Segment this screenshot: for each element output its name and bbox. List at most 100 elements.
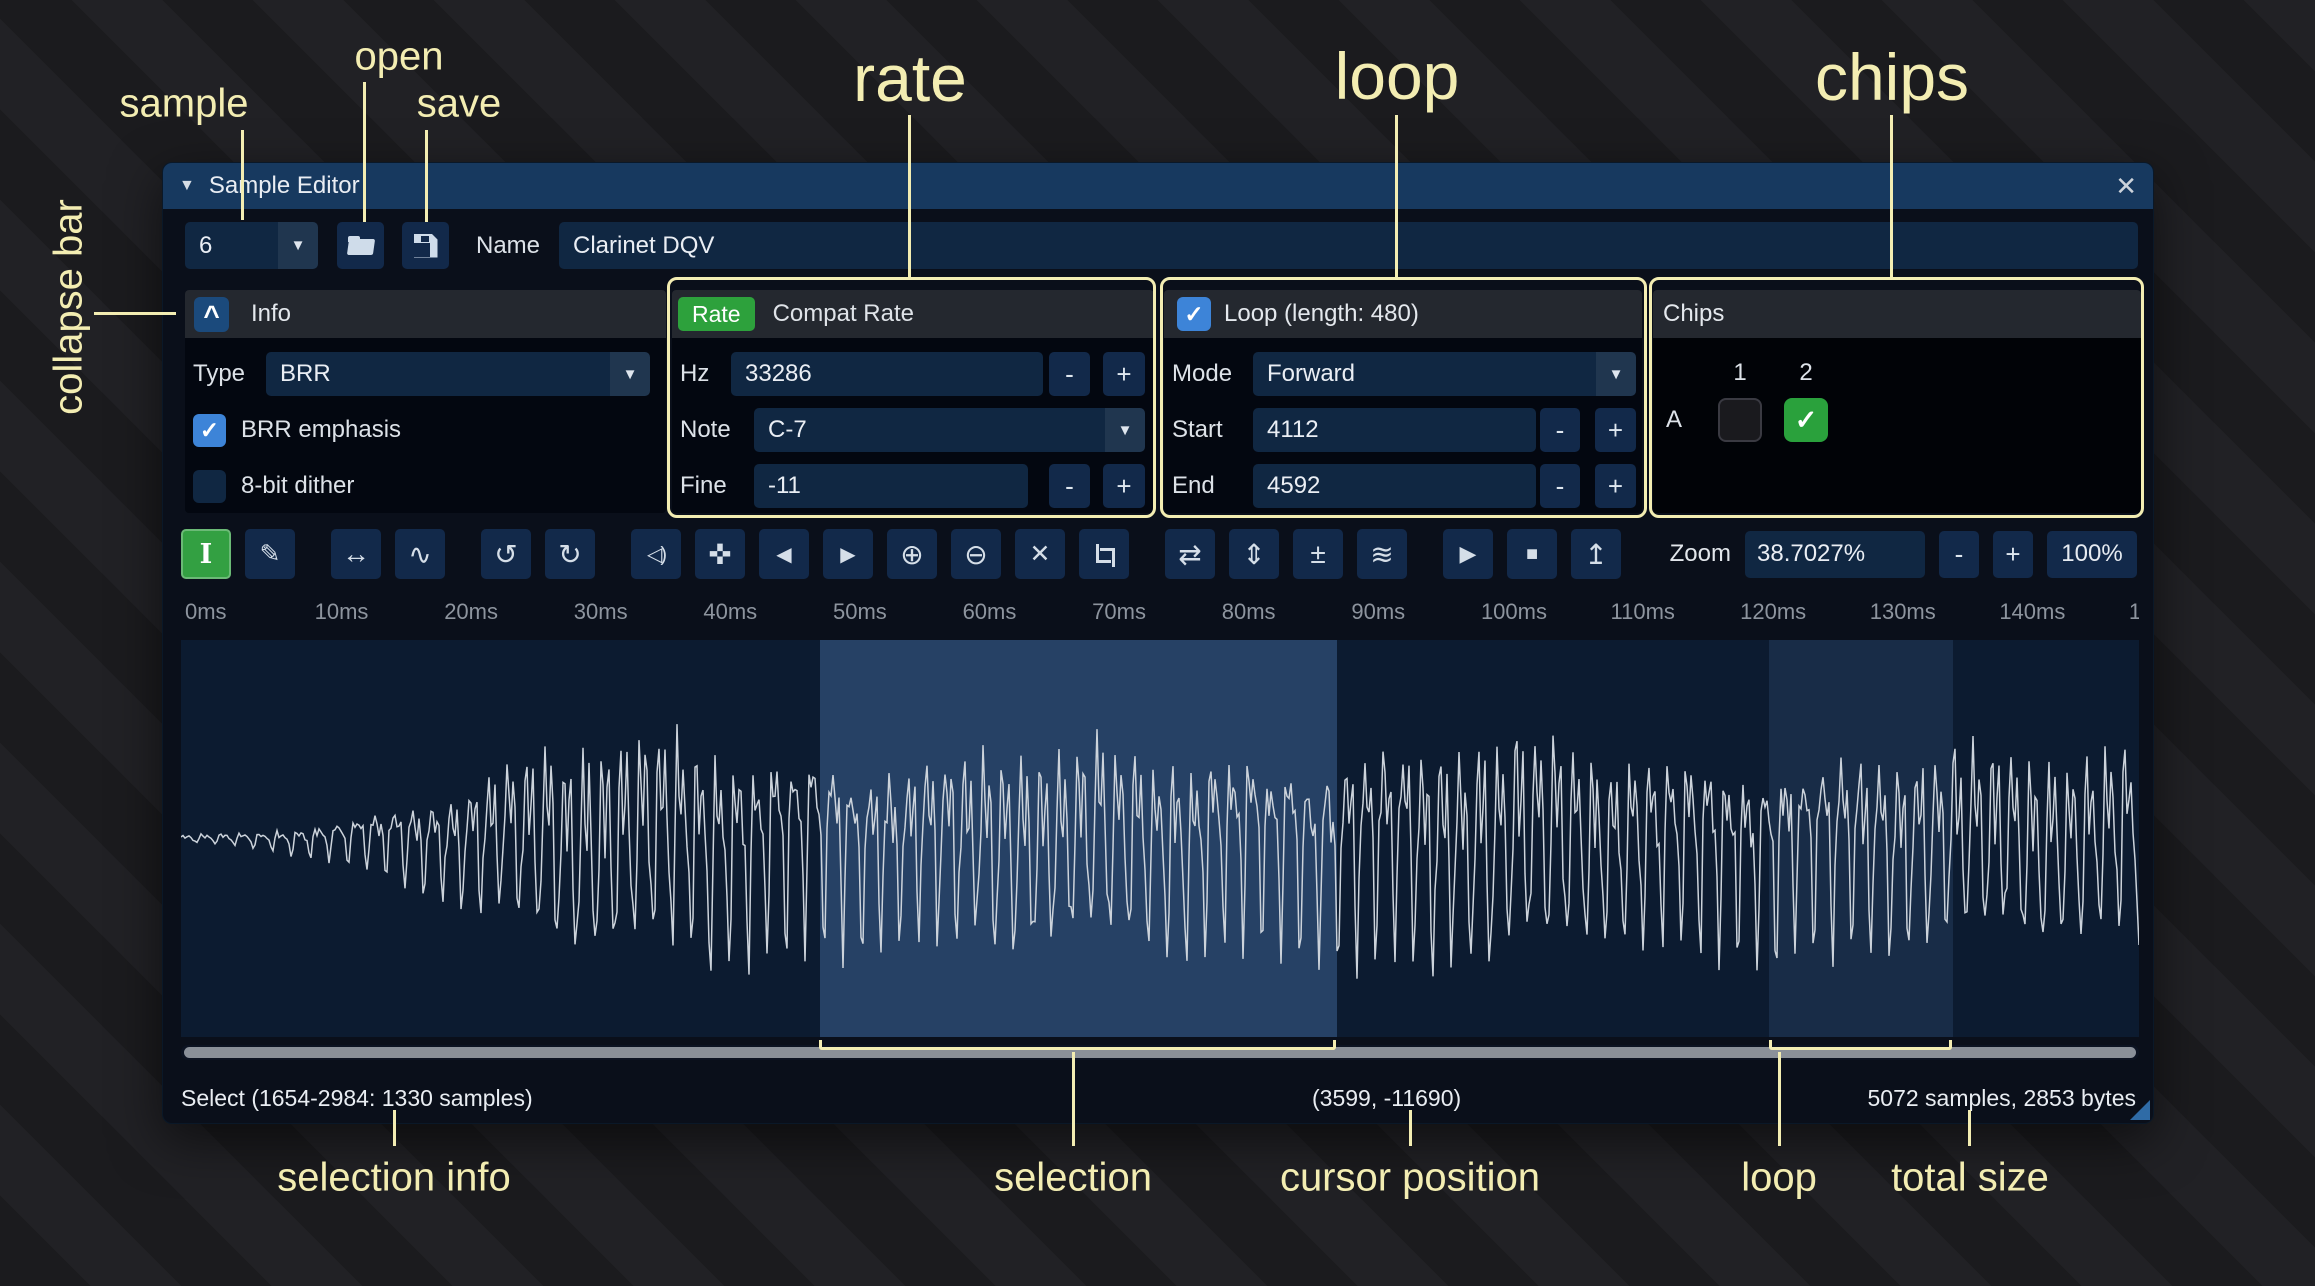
edit-select-button[interactable]: I bbox=[181, 529, 231, 579]
crop-icon bbox=[1092, 542, 1116, 566]
annotation-save-label: save bbox=[417, 82, 502, 127]
chip-2-checkbox[interactable]: ✓ bbox=[1784, 398, 1828, 442]
waveform-view[interactable] bbox=[181, 640, 2139, 1037]
check-icon: ✓ bbox=[1795, 405, 1818, 436]
chevron-down-icon[interactable]: ▼ bbox=[610, 352, 650, 396]
sample-editor-window: ▼ Sample Editor ✕ 6 ▼ Name Clarinet DQV … bbox=[162, 162, 2154, 1124]
apply-silence-button[interactable]: ⊖ bbox=[951, 529, 1001, 579]
open-button[interactable] bbox=[337, 222, 384, 269]
loop-mode-dropdown[interactable]: Forward ▼ bbox=[1253, 352, 1636, 396]
time-ruler: 0ms 10ms 20ms 30ms 40ms 50ms 60ms 70ms 8… bbox=[181, 599, 2139, 627]
loop-end-minus-button[interactable]: - bbox=[1540, 464, 1580, 508]
resample-button[interactable]: ∿ bbox=[395, 529, 445, 579]
loop-end-plus-button[interactable]: + bbox=[1595, 464, 1636, 508]
sample-number: 6 bbox=[185, 232, 278, 260]
info-panel: ^ Info Type BRR ▼ ✓ BRR emphasis 8-bit d… bbox=[185, 290, 666, 513]
zoom-value-input[interactable]: 38.7027% bbox=[1745, 531, 1925, 578]
ruler-tick-label: 40ms bbox=[699, 599, 829, 627]
amplify-button[interactable]: ◁) bbox=[631, 529, 681, 579]
fine-plus-button[interactable]: + bbox=[1103, 464, 1145, 508]
loop-panel-header: ✓ Loop (length: 480) bbox=[1164, 290, 1642, 338]
insert-silence-button[interactable]: ⊕ bbox=[887, 529, 937, 579]
zoom-reset-button[interactable]: 100% bbox=[2047, 531, 2137, 578]
collapse-bar-button[interactable]: ^ bbox=[194, 297, 229, 332]
loop-enable-checkbox[interactable]: ✓ bbox=[1177, 297, 1211, 331]
zoom-out-button[interactable]: - bbox=[1939, 531, 1979, 578]
zoom-value: 38.7027% bbox=[1757, 540, 1865, 568]
close-icon[interactable]: ✕ bbox=[2115, 171, 2137, 202]
annotation-loop-label: loop bbox=[1335, 38, 1460, 114]
pencil-icon: ✎ bbox=[260, 539, 281, 569]
rate-panel: Rate Compat Rate Hz 33286 - + Note C-7 ▼… bbox=[672, 290, 1154, 513]
annotation-selection-label: selection bbox=[994, 1156, 1152, 1201]
create-instrument-button[interactable]: ↥ bbox=[1571, 529, 1621, 579]
reverse-button[interactable]: ⇄ bbox=[1165, 529, 1215, 579]
chip-1-checkbox[interactable] bbox=[1718, 398, 1762, 442]
chevron-down-icon[interactable]: ▼ bbox=[1105, 408, 1145, 452]
hz-input[interactable]: 33286 bbox=[731, 352, 1043, 396]
ruler-tick-label: 0ms bbox=[181, 599, 311, 627]
ibeam-cursor-icon: I bbox=[200, 539, 213, 570]
horizontal-scrollbar[interactable] bbox=[181, 1045, 2139, 1060]
window-resize-grip[interactable] bbox=[2130, 1100, 2150, 1120]
undo-icon: ↺ bbox=[494, 538, 517, 571]
fade-out-button[interactable]: ▶ bbox=[823, 529, 873, 579]
chevron-down-icon[interactable]: ▼ bbox=[278, 222, 318, 269]
annotation-total-size-label: total size bbox=[1891, 1156, 2049, 1201]
tab-compat-rate[interactable]: Compat Rate bbox=[773, 300, 914, 328]
flip-vertical-icon: ⇕ bbox=[1242, 538, 1265, 571]
redo-button[interactable]: ↻ bbox=[545, 529, 595, 579]
loop-start-minus-button[interactable]: - bbox=[1540, 408, 1580, 452]
plus-minus-icon: ± bbox=[1310, 538, 1325, 570]
normalize-button[interactable]: ✜ bbox=[695, 529, 745, 579]
dither-checkbox[interactable] bbox=[193, 470, 226, 503]
sample-selector[interactable]: 6 ▼ bbox=[185, 222, 318, 269]
type-value: BRR bbox=[266, 360, 610, 388]
type-dropdown[interactable]: BRR ▼ bbox=[266, 352, 650, 396]
dither-label: 8-bit dither bbox=[241, 464, 354, 508]
hz-minus-button[interactable]: - bbox=[1049, 352, 1090, 396]
delete-button[interactable]: ✕ bbox=[1015, 529, 1065, 579]
floppy-save-icon bbox=[414, 234, 438, 258]
loop-start-plus-button[interactable]: + bbox=[1595, 408, 1636, 452]
ruler-tick-label: 140ms bbox=[1995, 599, 2125, 627]
resize-button[interactable]: ↔ bbox=[331, 529, 381, 579]
ruler-tick-label: 100ms bbox=[1477, 599, 1607, 627]
stop-preview-button[interactable]: ■ bbox=[1507, 529, 1557, 579]
fine-minus-button[interactable]: - bbox=[1049, 464, 1090, 508]
hz-plus-button[interactable]: + bbox=[1103, 352, 1145, 396]
filter-button[interactable]: ≋ bbox=[1357, 529, 1407, 579]
edit-draw-button[interactable]: ✎ bbox=[245, 529, 295, 579]
window-titlebar[interactable]: ▼ Sample Editor ✕ bbox=[163, 163, 2153, 209]
check-icon: ✓ bbox=[1184, 301, 1203, 328]
info-panel-header: ^ Info bbox=[185, 290, 666, 338]
zoom-in-button[interactable]: + bbox=[1993, 531, 2033, 578]
ruler-tick-label: 70ms bbox=[1088, 599, 1218, 627]
scrollbar-thumb[interactable] bbox=[184, 1047, 2136, 1058]
fade-in-button[interactable]: ◀ bbox=[759, 529, 809, 579]
note-dropdown[interactable]: C-7 ▼ bbox=[754, 408, 1145, 452]
save-button[interactable] bbox=[402, 222, 449, 269]
chevron-down-icon[interactable]: ▼ bbox=[1596, 352, 1636, 396]
name-input[interactable]: Clarinet DQV bbox=[559, 222, 2138, 269]
ruler-tick-label: 20ms bbox=[440, 599, 570, 627]
brr-emphasis-checkbox[interactable]: ✓ bbox=[193, 414, 226, 447]
chips-row-a: A bbox=[1666, 398, 1682, 442]
loop-start-input[interactable]: 4112 bbox=[1253, 408, 1536, 452]
upload-icon: ↥ bbox=[1584, 538, 1607, 571]
sign-invert-button[interactable]: ± bbox=[1293, 529, 1343, 579]
undo-button[interactable]: ↺ bbox=[481, 529, 531, 579]
brr-emphasis-label: BRR emphasis bbox=[241, 408, 401, 452]
chevron-up-icon: ^ bbox=[203, 302, 219, 330]
ruler-tick-label: 30ms bbox=[570, 599, 700, 627]
tab-rate[interactable]: Rate bbox=[678, 297, 755, 331]
plus-circle-icon: ⊕ bbox=[900, 538, 923, 571]
window-collapse-icon[interactable]: ▼ bbox=[179, 177, 195, 195]
preview-button[interactable]: ▶ bbox=[1443, 529, 1493, 579]
invert-button[interactable]: ⇕ bbox=[1229, 529, 1279, 579]
loop-end-input[interactable]: 4592 bbox=[1253, 464, 1536, 508]
trim-button[interactable] bbox=[1079, 529, 1129, 579]
chips-header-label: Chips bbox=[1663, 300, 1724, 328]
chips-col-2: 2 bbox=[1784, 359, 1828, 387]
fine-input[interactable]: -11 bbox=[754, 464, 1028, 508]
